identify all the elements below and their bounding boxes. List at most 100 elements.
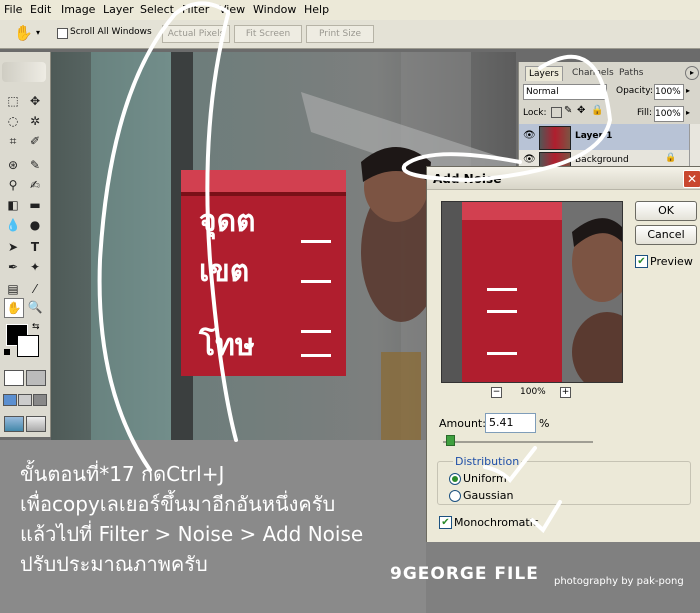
close-icon[interactable]: ✕ [683, 170, 700, 188]
menu-window[interactable]: Window [253, 3, 296, 16]
visibility-eye-icon[interactable]: 👁 [523, 130, 536, 141]
fill-label: Fill: [637, 108, 653, 118]
menu-layer[interactable]: Layer [103, 3, 134, 16]
scroll-all-windows-label: Scroll All Windows [70, 27, 152, 37]
crop-tool-icon[interactable]: ⌗ [4, 132, 22, 150]
background-color-swatch[interactable] [17, 335, 39, 357]
notes-tool-icon[interactable]: ▤ [4, 280, 22, 298]
default-colors-icon[interactable] [4, 349, 10, 355]
brush-tool-icon[interactable]: ✎ [26, 156, 44, 174]
layers-panel: Layers Channels Paths ▸ Normal Opacity: … [518, 62, 700, 174]
uniform-radio[interactable] [449, 473, 461, 485]
opacity-input[interactable]: 100% [654, 84, 684, 100]
visibility-eye-icon[interactable]: 👁 [523, 154, 536, 165]
amount-slider-thumb[interactable] [446, 435, 455, 446]
tab-layers[interactable]: Layers [525, 66, 563, 81]
panel-menu-icon[interactable]: ▸ [685, 66, 699, 80]
layer-thumbnail [539, 126, 571, 150]
lasso-tool-icon[interactable]: ◌ [4, 112, 22, 130]
amount-unit: % [539, 417, 550, 430]
quick-mask-mode-icon[interactable] [26, 370, 46, 386]
shape-tool-icon[interactable]: ✦ [26, 258, 44, 276]
ok-button[interactable]: OK [635, 201, 697, 221]
pen-tool-icon[interactable]: ✒ [4, 258, 22, 276]
layer-name: Layer 1 [575, 131, 613, 141]
gradient-tool-icon[interactable]: ▬ [26, 196, 44, 214]
lock-position-icon[interactable]: ✥ [577, 105, 585, 116]
tab-channels[interactable]: Channels [569, 66, 617, 80]
distribution-label: Distribution [453, 455, 522, 468]
tab-paths[interactable]: Paths [616, 66, 646, 80]
hand-tool-icon[interactable]: ✋ [4, 298, 24, 318]
clone-stamp-tool-icon[interactable]: ⚲ [4, 176, 22, 194]
scroll-all-windows-checkbox[interactable] [57, 28, 68, 39]
full-screen-menu-mode-icon[interactable] [18, 394, 32, 406]
menu-bar: File Edit Image Layer Select Filter View… [0, 0, 700, 21]
standard-mode-icon[interactable] [4, 370, 24, 386]
preview-label: Preview [650, 255, 693, 268]
fill-arrow-icon[interactable]: ▸ [686, 108, 690, 117]
zoom-out-button[interactable]: − [491, 387, 502, 398]
fill-input[interactable]: 100% [654, 106, 684, 122]
menu-image[interactable]: Image [61, 3, 95, 16]
lock-pixels-icon[interactable]: ✎ [564, 105, 572, 116]
noise-preview[interactable] [441, 201, 623, 383]
lock-transparency-icon[interactable] [551, 107, 562, 118]
menu-file[interactable]: File [4, 3, 22, 16]
opacity-arrow-icon[interactable]: ▸ [686, 86, 690, 95]
healing-brush-tool-icon[interactable]: ⊛ [4, 156, 22, 174]
tool-preset-arrow-icon[interactable]: ▾ [36, 28, 40, 37]
actual-pixels-button[interactable]: Actual Pixels [162, 25, 230, 43]
print-size-button[interactable]: Print Size [306, 25, 374, 43]
amount-slider-track[interactable] [443, 441, 593, 443]
caption-line-3: แล้วไปที่ Filter > Noise > Add Noise [20, 522, 364, 546]
layer-row-layer-1[interactable]: 👁 Layer 1 [519, 124, 689, 150]
eyedropper-tool-icon[interactable]: ⁄ [26, 280, 44, 298]
menu-select[interactable]: Select [140, 3, 174, 16]
dodge-tool-icon[interactable]: ● [26, 216, 44, 234]
type-tool-icon[interactable]: T [26, 238, 44, 256]
eraser-tool-icon[interactable]: ◧ [4, 196, 22, 214]
slice-tool-icon[interactable]: ✐ [26, 132, 44, 150]
menu-view[interactable]: View [219, 3, 245, 16]
layers-scrollbar[interactable] [689, 124, 700, 172]
add-noise-dialog: Add Noise ✕ − 100% + OK Cancel ✔ Preview… [426, 166, 700, 544]
jump-to-imageready-icon[interactable] [4, 416, 24, 432]
path-selection-tool-icon[interactable]: ➤ [4, 238, 22, 256]
cancel-button[interactable]: Cancel [635, 225, 697, 245]
monochromatic-checkbox[interactable]: ✔ [439, 516, 452, 529]
dialog-title-bar[interactable]: Add Noise [427, 167, 700, 190]
caption-line-2: เพื่อcopyเลเยอร์ขึ้นมาอีกอันหนึ่งครับ [20, 492, 336, 516]
imageready-extra-icon[interactable] [26, 416, 46, 432]
marquee-tool-icon[interactable]: ⬚ [4, 92, 22, 110]
lock-all-icon[interactable]: 🔒 [591, 105, 603, 116]
zoom-in-button[interactable]: + [560, 387, 571, 398]
sign-text-line-1: จุดต [199, 204, 256, 239]
blur-tool-icon[interactable]: 💧 [4, 216, 22, 234]
swap-colors-icon[interactable]: ⇆ [32, 322, 40, 332]
opacity-label: Opacity: [616, 86, 653, 96]
standard-screen-mode-icon[interactable] [3, 394, 17, 406]
gaussian-radio[interactable] [449, 490, 461, 502]
menu-filter[interactable]: Filter [182, 3, 209, 16]
amount-input[interactable]: 5.41 [485, 413, 536, 433]
lock-label: Lock: [523, 108, 547, 118]
menu-help[interactable]: Help [304, 3, 329, 16]
history-brush-tool-icon[interactable]: ✍ [26, 176, 44, 194]
tutorial-caption: ขั้นตอนที่*17 กดCtrl+J เพื่อcopyเลเยอร์ข… [0, 440, 426, 613]
uniform-label: Uniform [463, 472, 507, 485]
toolbox: ⬚ ✥ ◌ ✲ ⌗ ✐ ⊛ ✎ ⚲ ✍ ◧ ▬ 💧 ● ➤ T ✒ ✦ ▤ ⁄ … [0, 52, 51, 437]
magic-wand-tool-icon[interactable]: ✲ [26, 112, 44, 130]
full-screen-mode-icon[interactable] [33, 394, 47, 406]
sign-text-line-3: โทษ [199, 328, 255, 363]
fit-screen-button[interactable]: Fit Screen [234, 25, 302, 43]
blend-mode-select[interactable]: Normal [523, 84, 607, 100]
move-tool-icon[interactable]: ✥ [26, 92, 44, 110]
caption-line-4: ปรับประมาณภาพครับ [20, 552, 208, 576]
menu-edit[interactable]: Edit [30, 3, 51, 16]
layer-name: Background [575, 155, 629, 165]
preview-checkbox[interactable]: ✔ [635, 255, 648, 268]
zoom-tool-icon[interactable]: 🔍 [26, 298, 44, 316]
footer-watermark: 9GEORGE FILE photography by pak-pong [390, 542, 700, 613]
hand-tool-icon[interactable]: ✋ [14, 24, 33, 42]
